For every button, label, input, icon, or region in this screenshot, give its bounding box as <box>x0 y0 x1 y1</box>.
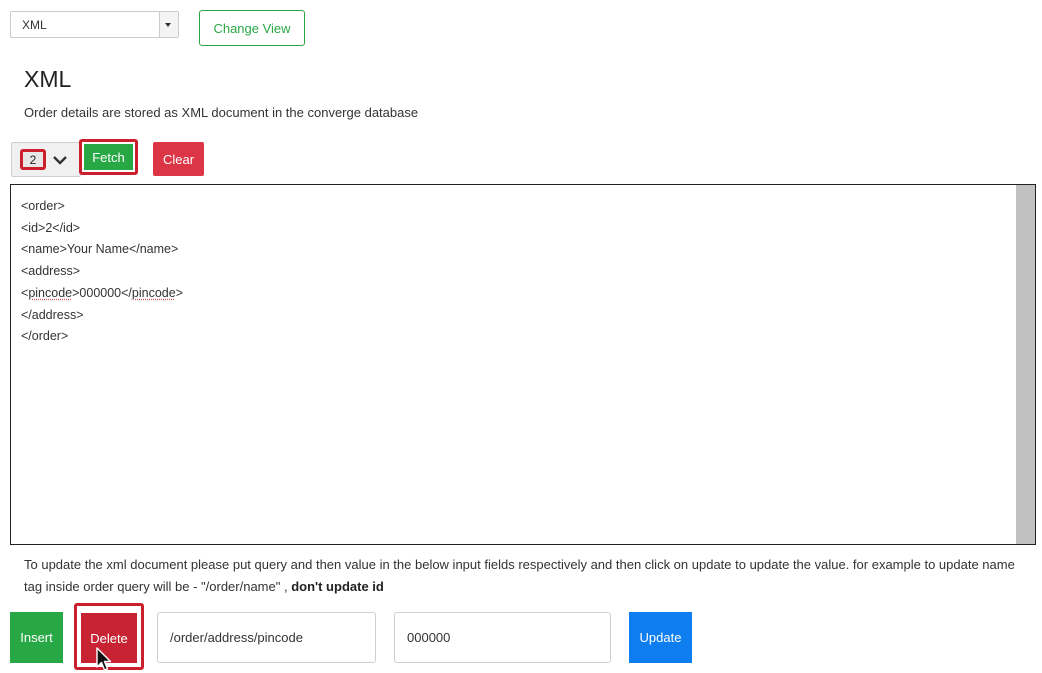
xml-line: <name>Your Name</name> <box>21 242 179 257</box>
page: XML Change View XML Order details are st… <box>0 0 1042 673</box>
xml-line: <address> <box>21 264 81 279</box>
view-select[interactable]: XML <box>10 11 179 38</box>
xml-line: </address> <box>21 307 84 322</box>
chevron-down-icon <box>53 156 67 165</box>
caret-down-icon[interactable] <box>159 12 178 37</box>
spellcheck-word: pincode <box>28 285 73 300</box>
fetch-highlight: Fetch <box>79 139 138 175</box>
spellcheck-word: pincode <box>131 285 176 300</box>
change-view-button[interactable]: Change View <box>199 10 305 46</box>
xml-content: <order> <id>2</id> <name>Your Name</name> <… <box>21 196 183 348</box>
xml-textarea[interactable]: <order> <id>2</id> <name>Your Name</name> <… <box>10 184 1036 545</box>
order-id-value: 2 <box>20 149 46 170</box>
page-description: Order details are stored as XML document… <box>24 105 419 120</box>
clear-button[interactable]: Clear <box>153 142 204 176</box>
mouse-pointer-icon <box>96 647 112 671</box>
view-select-value: XML <box>22 18 47 32</box>
order-id-select[interactable]: 2 <box>11 142 81 177</box>
fetch-button[interactable]: Fetch <box>84 144 133 170</box>
update-button[interactable]: Update <box>629 612 692 663</box>
xml-line: <pincode>000000</pincode> <box>21 285 184 300</box>
xml-line: <order> <box>21 199 65 213</box>
insert-button[interactable]: Insert <box>10 612 63 663</box>
xml-line: </order> <box>21 329 69 344</box>
value-input[interactable] <box>394 612 611 663</box>
page-title: XML <box>24 66 72 92</box>
xml-line: <id>2</id> <box>21 220 81 235</box>
help-text: To update the xml document please put qu… <box>24 557 1015 594</box>
update-instructions: To update the xml document please put qu… <box>24 554 1028 597</box>
help-bold-warning: don't update id <box>291 578 384 594</box>
query-input[interactable] <box>157 612 376 663</box>
scrollbar[interactable] <box>1016 185 1035 544</box>
